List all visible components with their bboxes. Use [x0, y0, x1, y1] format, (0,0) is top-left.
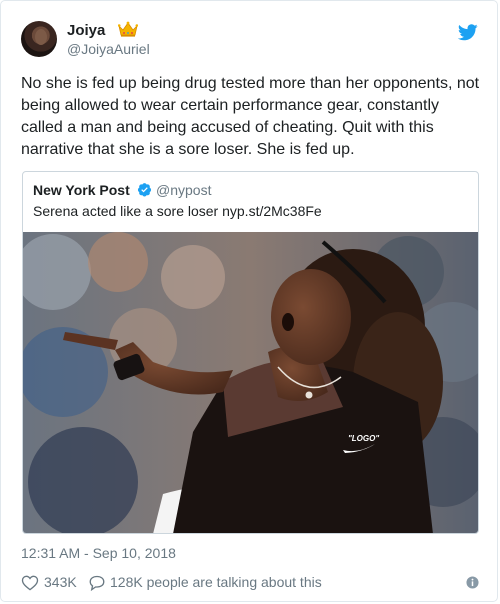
shirt-logo-text: "LOGO" — [348, 434, 379, 443]
tweet-timestamp[interactable]: 12:31 AM - Sep 10, 2018 — [21, 545, 176, 561]
tweet-text: No she is fed up being drug tested more … — [21, 75, 480, 158]
like-count[interactable]: 343K — [44, 574, 77, 590]
display-name[interactable]: Joiya — [67, 22, 105, 39]
tweet-actions: 343K 128K people are talking about this — [21, 573, 481, 593]
quoted-text: Serena acted like a sore loser nyp.st/2M… — [33, 203, 322, 219]
twitter-bird-icon[interactable] — [458, 24, 478, 41]
conversation-count[interactable]: 128K people are talking about this — [110, 574, 322, 590]
speech-bubble-icon[interactable] — [88, 574, 106, 591]
quoted-tweet[interactable]: New York Post @nypost Serena acted like … — [22, 171, 479, 534]
tweet-header: Joiya @JoiyaAuriel — [21, 18, 481, 58]
tweet-card: Joiya @JoiyaAuriel No she is fed up bein… — [0, 0, 498, 602]
heart-icon[interactable] — [21, 574, 39, 591]
user-handle[interactable]: @JoiyaAuriel — [67, 41, 150, 57]
quoted-handle[interactable]: @nypost — [156, 182, 211, 198]
quoted-photo[interactable]: "LOGO" — [23, 232, 478, 533]
info-icon[interactable] — [466, 576, 479, 589]
crown-icon — [118, 21, 138, 37]
verified-badge-icon — [137, 183, 152, 197]
photo-illustration: "LOGO" — [23, 232, 478, 533]
quoted-display-name[interactable]: New York Post — [33, 182, 130, 198]
avatar[interactable] — [21, 21, 57, 57]
